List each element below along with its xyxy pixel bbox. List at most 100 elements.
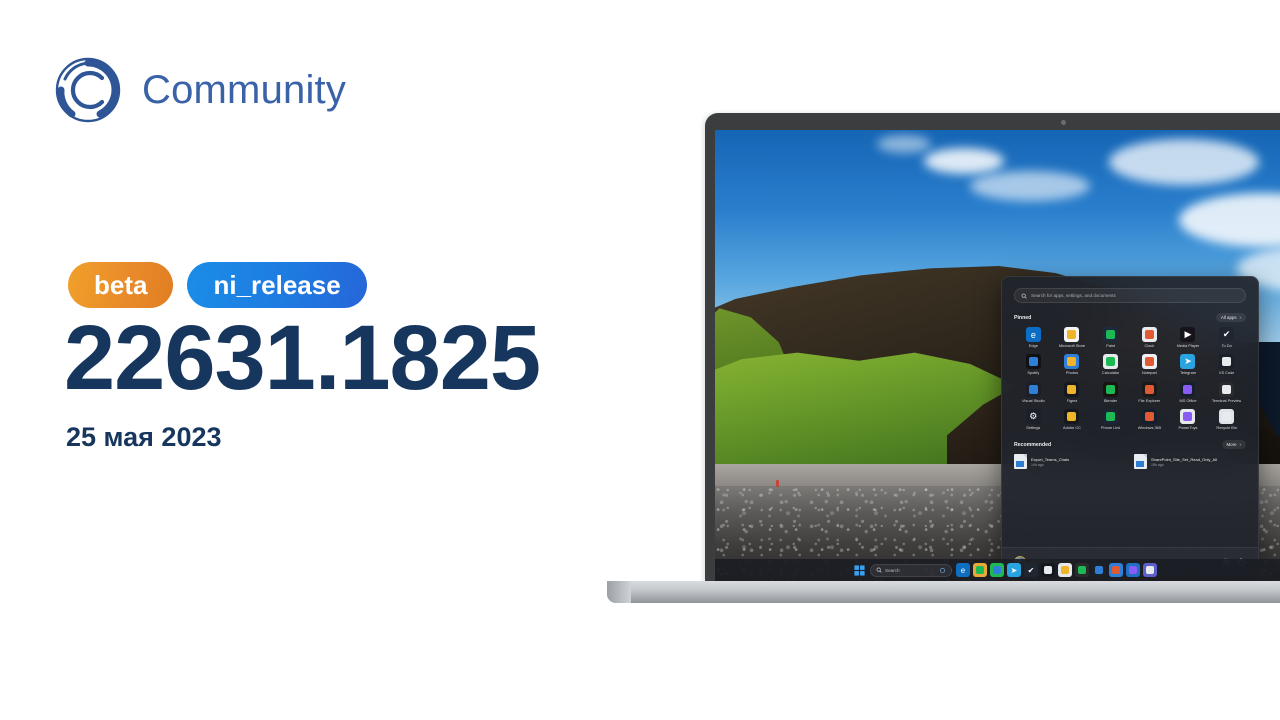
pinned-app-adobe-cc[interactable]: Adobe CC [1053,408,1092,430]
visual-studio-icon [1025,381,1041,397]
document-icon [1014,454,1027,470]
poster-canvas: Community beta ni_release 22631.1825 25 … [0,0,1280,720]
pinned-app-media-player[interactable]: ▶ Media Player [1169,327,1208,348]
paint-icon [1103,327,1119,342]
start-search-placeholder: Search for apps, settings, and documents [1031,293,1116,298]
calculator-icon [1103,354,1119,370]
windows-start-icon[interactable] [853,564,866,577]
taskbar-terminal-icon[interactable] [1075,563,1089,577]
pinned-app-windows-365[interactable]: Windows 365 [1130,408,1169,430]
more-label: More [1226,442,1237,448]
recommended-item[interactable]: SharePoint_Site_Set_Read_Only_All 15h ago [1134,454,1246,470]
channel-badge: beta [68,262,174,308]
pinned-app-label: Telegram [1179,371,1196,376]
pinned-app-photos[interactable]: Photos [1053,354,1092,375]
taskbar-teams-icon[interactable] [1143,563,1157,577]
pinned-app-label: Windows 365 [1137,425,1161,430]
pinned-app-recycle-bin[interactable]: Recycle Bin [1207,408,1246,430]
start-menu: Search for apps, settings, and documents… [1001,276,1259,576]
pinned-app-label: VS Code [1218,371,1235,376]
taskbar-search-label: Search [885,567,900,573]
pinned-app-spotify[interactable]: Spotify [1014,354,1053,375]
pinned-app-ms-office[interactable]: MS Office [1169,381,1208,403]
recommended-item-meta: 15h ago [1151,462,1164,467]
pinned-title: Pinned [1014,314,1032,321]
recommended-title: Recommended [1014,441,1052,448]
pinned-app-label: Visual Studio [1022,398,1045,403]
pinned-app-label: To Do [1221,344,1232,348]
file-explorer-icon [1141,381,1157,397]
document-icon [1134,454,1147,470]
pinned-app-label: MS Office [1179,398,1197,403]
pinned-app-label: Media Player [1176,344,1200,348]
wallpaper-person [775,479,779,487]
taskbar-file-explorer-icon[interactable] [973,563,987,577]
cloud [877,134,932,153]
recommended-item-name: Export_Teams_Chats [1031,456,1070,462]
pinned-app-label: Settings [1026,425,1041,430]
laptop-base [607,581,1280,603]
windows-365-icon [1141,408,1157,424]
taskbar-clock-icon[interactable] [1058,563,1072,577]
pinned-app-telegram[interactable]: ➤ Telegram [1169,354,1208,375]
pinned-app-clock[interactable]: Clock [1130,327,1169,348]
pinned-app-label: Paint [1106,344,1116,348]
taskbar-outlook-icon[interactable] [1126,563,1140,577]
chevron-right-icon: › [1239,442,1241,448]
taskbar-edge-icon[interactable]: e [956,563,970,577]
pinned-app-label: Spotify [1027,371,1040,376]
pinned-app-edge[interactable]: e Edge [1014,327,1053,348]
pinned-app-label: Edge [1028,344,1038,348]
chevron-right-icon: › [1239,315,1241,320]
taskbar-search-box[interactable]: Search [870,561,952,579]
recycle-bin-icon [1219,408,1235,424]
search-icon [1021,293,1027,299]
pinned-app-calculator[interactable]: Calculator [1091,354,1130,375]
pinned-app-paint[interactable]: Paint [1091,327,1130,348]
start-search-input[interactable]: Search for apps, settings, and documents [1014,288,1246,303]
taskbar-to-do-icon[interactable]: ✔ [1024,563,1038,577]
media-player-icon: ▶ [1180,327,1196,342]
release-date: 25 мая 2023 [66,422,222,452]
recommended-item-name: SharePoint_Site_Set_Read_Only_All [1151,456,1218,462]
pinned-app-notepad[interactable]: Notepad [1130,354,1169,375]
webcam-dot-icon [1061,120,1066,125]
pinned-app-figma[interactable]: Figma [1053,381,1092,403]
recommended-item-meta: 14h ago [1031,462,1044,467]
taskbar-figma-icon[interactable] [1041,563,1055,577]
pinned-app-phone-link[interactable]: Phone Link [1091,408,1130,430]
pinned-app-vs-code[interactable]: VS Code [1207,354,1246,375]
more-button[interactable]: More › [1221,440,1246,450]
search-icon [876,567,882,573]
taskbar-app-icons: e ➤ ✔ [956,563,1157,577]
adobe-cc-icon [1064,408,1080,424]
cloud [1109,139,1260,186]
pinned-app-to-do[interactable]: ✔ To Do [1207,327,1246,348]
pinned-apps-grid: e Edge Microsoft Store Paint Clock ▶ Media Pla… [1014,327,1246,430]
pinned-app-terminal-preview[interactable]: Terminal Preview [1207,381,1246,403]
clock-icon [1141,327,1157,342]
cloud [923,148,1004,175]
pinned-app-label: Photos [1065,371,1079,376]
pinned-app-blender[interactable]: Blender [1091,381,1130,403]
taskbar-spotify-icon[interactable] [990,563,1004,577]
pinned-app-settings[interactable]: ⚙ Settings [1014,408,1053,430]
taskbar-photos-icon[interactable] [1109,563,1123,577]
taskbar-vs-code-icon[interactable] [1092,563,1106,577]
all-apps-button[interactable]: All apps › [1215,313,1246,322]
laptop-lid: Search for apps, settings, and documents… [705,113,1280,583]
recommended-item[interactable]: Export_Teams_Chats 14h ago [1014,454,1126,470]
pinned-app-file-explorer[interactable]: File Explorer [1130,381,1169,403]
pinned-app-label: Clock [1144,344,1155,348]
cloud [970,170,1091,201]
taskbar-telegram-icon[interactable]: ➤ [1007,563,1021,577]
all-apps-label: All apps [1220,315,1237,320]
pinned-app-powertoys[interactable]: PowerToys [1169,408,1208,430]
brand-lockup: Community [52,54,346,126]
pinned-header: Pinned All apps › [1014,313,1246,322]
pinned-app-visual-studio[interactable]: Visual Studio [1014,381,1053,403]
pinned-app-microsoft-store[interactable]: Microsoft Store [1053,327,1092,348]
copilot-icon[interactable] [939,561,946,579]
laptop-screen: Search for apps, settings, and documents… [715,130,1280,581]
pinned-app-label: Calculator [1101,371,1120,376]
